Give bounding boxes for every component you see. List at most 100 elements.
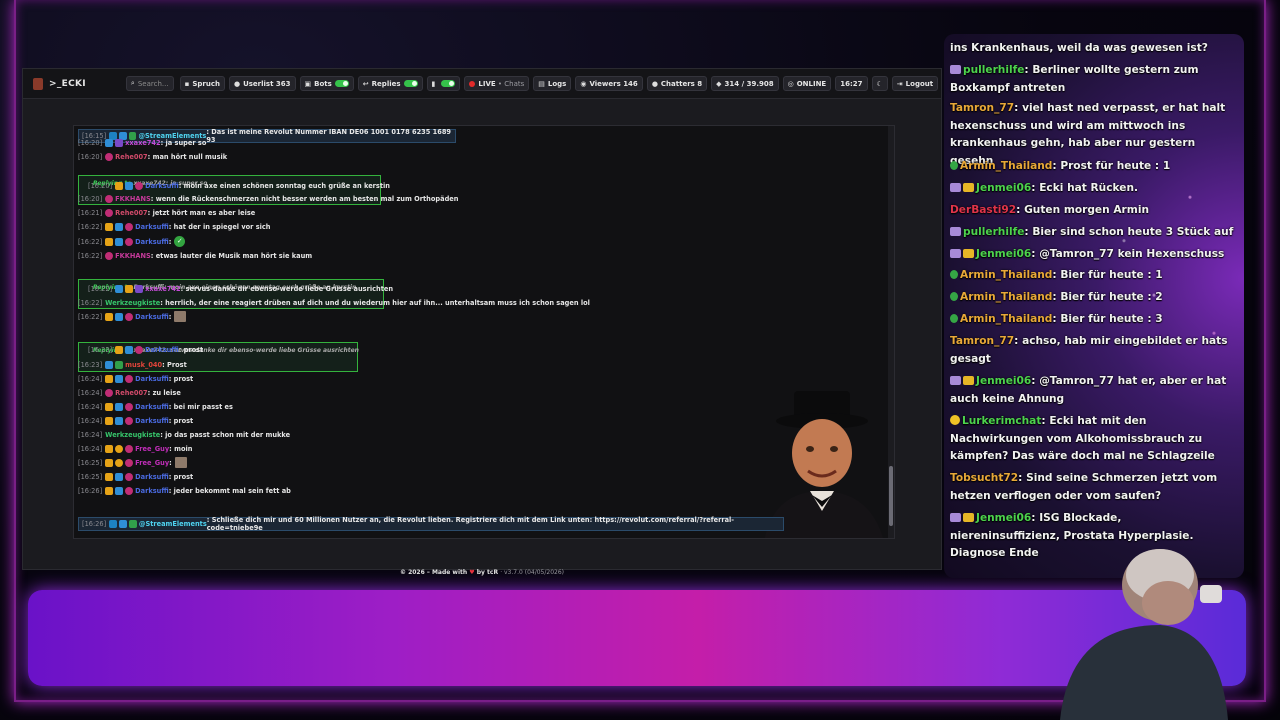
username[interactable]: Darksuffi [135,238,169,246]
logs-label: Logs [547,79,567,88]
timestamp: [16:23] [78,360,103,369]
chat-message-row: [16:20] xxaxe742: ja super so [78,137,206,148]
username[interactable]: Darksuffi [135,473,169,481]
viewers-count: 146 [623,79,638,88]
scrollbar[interactable] [888,126,894,538]
vip-badge-icon [115,284,124,293]
bots-switch[interactable] [334,80,349,87]
message-text: : prost [178,345,204,354]
search-input[interactable]: ⌕ Search... [125,76,174,91]
mod-badge-icon [950,314,958,323]
vip-badge-icon [115,486,124,495]
heart-icon: ♥ [469,569,475,576]
image-emote-icon [174,311,187,322]
vip-badge-icon [119,520,127,528]
webcam-person [1060,549,1228,720]
username[interactable]: Darksuffi [145,182,179,190]
bots-label: Bots [314,79,332,88]
sw-badge-icon [125,486,134,495]
message-text: : [168,312,172,321]
trash-toggle[interactable]: ▮ [426,76,461,91]
sw-badge-icon [125,402,134,411]
sw-badge-icon [105,388,114,397]
username[interactable]: Rehe007 [115,209,147,217]
bots-toggle[interactable]: ▣ Bots [299,76,354,91]
overlay-message-text: : Guten morgen Armin [1016,204,1149,216]
logs-button[interactable]: ▤ Logs [533,76,572,91]
chat-message-row: [16:24] Darksuffi: prost [78,373,193,384]
overlay-username: Lurkerimchat [962,415,1042,427]
gift-badge-icon [950,183,961,192]
footer-author: by tcR [476,569,499,576]
username[interactable]: Darksuffi [135,487,169,495]
stream-overlay: >_ECKI ⌕ Search... ▪ Spruch ● Userlist 363… [0,0,1280,720]
sw-badge-icon [125,374,134,383]
username[interactable]: Werkzeugkiste [105,299,160,307]
comment-icon: ▪ [184,79,190,88]
userlist-button[interactable]: ● Userlist 363 [228,76,296,91]
overlay-username: Tamron_77 [950,102,1015,114]
overlay-chat-message: Armin_Thailand: Bier für heute : 1 [950,267,1234,285]
search-placeholder: Search... [137,79,169,88]
trash-switch[interactable] [441,80,456,87]
username[interactable]: @StreamElements [139,520,207,528]
brand[interactable]: >_ECKI [33,77,86,90]
yellow-badge-icon [950,415,960,425]
message-text: : man hört null musik [147,152,228,161]
username[interactable]: Werkzeugkiste [105,431,160,439]
theme-toggle[interactable]: ☾ [871,76,888,91]
message-text: : moin [169,444,193,453]
overlay-chat-message: Tobsucht72: Sind seine Schmerzen jetzt v… [950,470,1234,505]
yel-badge-icon [115,444,124,453]
sub-badge-icon [105,444,114,453]
timestamp: [16:22] [78,222,103,231]
viewers-button[interactable]: ◉ Viewers 146 [575,76,643,91]
chat-message-row: [16:24] Free_Guy: moin [78,443,192,454]
mod-badge-icon [950,161,958,170]
overlay-chat-message: Lurkerimchat: Ecki hat mit den Nachwirku… [950,413,1234,466]
username[interactable]: Free_Guy [135,445,169,453]
message-text: : wenn die Rückenschmerzen nicht besser … [150,194,459,203]
message-text: : zu leise [147,388,181,397]
spruch-button[interactable]: ▪ Spruch [179,76,225,91]
username[interactable]: Darksuffi [135,417,169,425]
username[interactable]: FKKHANS [115,252,151,260]
live-chats-button[interactable]: LIVE • Chats [464,76,530,91]
timestamp: [16:20] [78,194,103,203]
username[interactable]: Darksuffi [135,375,169,383]
replies-switch[interactable] [403,80,418,87]
logs-icon: ▤ [538,79,545,88]
brand-avatar [33,77,43,90]
overlay-message-text: : Prost für heute : 1 [1052,160,1171,172]
username[interactable]: Darksuffi [135,313,169,321]
username[interactable]: Free_Guy [135,459,169,467]
overlay-username: Jenmei06 [976,248,1032,260]
clock: 16:27 [835,76,868,91]
username[interactable]: Darksuffi [145,346,179,354]
username[interactable]: musk_040 [125,361,162,369]
chatters-button[interactable]: ● Chatters 8 [646,76,708,91]
overlay-username: Armin_Thailand [960,291,1053,303]
chat-log-panel[interactable]: [16:15] @StreamElements : Das ist meine … [73,125,895,539]
overlay-message-text: : Bier sind schon heute 3 Stück auf [1024,226,1234,238]
overlay-username: pullerhilfe [963,64,1025,76]
vip-badge-icon [125,181,134,190]
username[interactable]: Darksuffi [135,403,169,411]
chat-message-row: [16:22] Werkzeugkiste: herrlich, der eine… [78,297,590,308]
username[interactable]: xxaxe742 [125,139,160,147]
sw-badge-icon [125,312,134,321]
logout-button[interactable]: ⇥ Logout [891,76,939,91]
timestamp: [16:26] [82,520,107,528]
username[interactable]: Rehe007 [115,153,147,161]
chat-message-row: [16:26] Darksuffi: jeder bekommt mal sein… [78,485,291,496]
scrollbar-thumb[interactable] [889,466,893,526]
userlist-label: Userlist [243,79,274,88]
username[interactable]: xxaxe742 [145,285,180,293]
vip-badge-icon [115,472,124,481]
username[interactable]: Darksuffi [135,223,169,231]
username[interactable]: Rehe007 [115,389,147,397]
sw-badge-icon [105,251,114,260]
timestamp: [16:22] [78,237,103,246]
username[interactable]: FKKHANS [115,195,151,203]
replies-toggle[interactable]: ↩ Replies [357,76,423,91]
